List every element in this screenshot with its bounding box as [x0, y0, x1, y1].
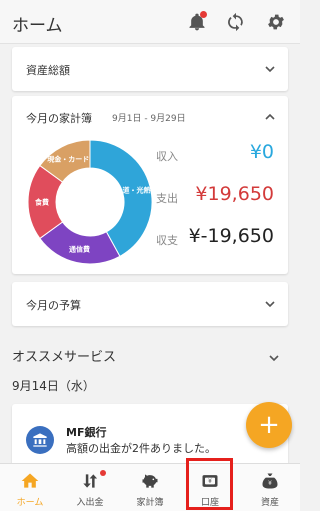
chevron-down-icon[interactable]	[264, 295, 276, 308]
nav-assets-label: 資産	[260, 498, 279, 508]
chevron-down-icon[interactable]	[268, 349, 280, 362]
money-bag-icon: ¥	[259, 470, 281, 492]
donut-slice-label: 食費	[34, 198, 49, 207]
balance-label: 収支	[156, 234, 178, 247]
piggy-bank-icon	[139, 470, 161, 492]
nav-home-label: ホーム	[16, 498, 44, 508]
balance-value: ¥-19,650	[188, 225, 274, 247]
add-button[interactable]: +	[246, 402, 292, 448]
donut-slice-label: 道・光熱	[122, 186, 150, 195]
nav-household[interactable]: 家計簿	[120, 464, 180, 511]
monthly-budget-card[interactable]: 今月の予算	[12, 282, 288, 326]
transfer-icon	[79, 470, 101, 492]
expense-label: 支出	[156, 192, 178, 205]
donut-slice-label: 現金・カード	[47, 155, 89, 164]
bank-name: MF銀行	[66, 426, 107, 439]
nav-household-label: 家計簿	[136, 498, 164, 508]
expense-value: ¥19,650	[195, 183, 274, 205]
home-icon	[19, 470, 41, 492]
page-title: ホーム	[12, 16, 63, 36]
chevron-down-icon[interactable]	[264, 60, 276, 73]
bank-icon	[26, 426, 54, 454]
notification-dot	[200, 11, 207, 18]
income-value: ¥0	[249, 141, 274, 163]
monthly-household-card: 今月の家計簿 9月1日 - 9月29日 道・光熱通信費 食費 現金・カード 収入 ¥…	[12, 96, 288, 274]
app-header: ホーム	[0, 0, 300, 44]
date-range: 9月1日 - 9月29日	[112, 114, 186, 124]
bottom-navigation: ホーム 入出金 家計簿 ¥ 口座 ¥ 資産	[0, 463, 300, 511]
asset-total-card[interactable]: 資産総額	[12, 47, 288, 91]
bell-icon[interactable]	[186, 11, 208, 33]
nav-transactions-label: 入出金	[76, 498, 104, 508]
nav-home[interactable]: ホーム	[0, 464, 60, 511]
gear-icon[interactable]	[265, 11, 287, 33]
monthly-household-title: 今月の家計簿	[26, 112, 92, 125]
nav-transactions[interactable]: 入出金	[60, 464, 120, 511]
asset-total-title: 資産総額	[26, 64, 70, 77]
bank-notice-card[interactable]: MF銀行 高額の出金が2件ありました。	[12, 404, 288, 466]
date-header: 9月14日（水）	[12, 379, 95, 393]
bank-notice-message: 高額の出金が2件ありました。	[66, 442, 216, 455]
income-label: 収入	[156, 150, 178, 163]
recommended-services-title: オススメサービス	[12, 350, 117, 365]
svg-text:¥: ¥	[268, 481, 272, 487]
expense-donut-chart[interactable]: 道・光熱通信費 食費 現金・カード	[26, 138, 154, 266]
chevron-up-icon[interactable]	[264, 108, 276, 120]
notification-dot	[100, 470, 106, 476]
monthly-budget-title: 今月の予算	[26, 299, 81, 312]
highlight-box	[186, 458, 233, 510]
sync-icon[interactable]	[225, 11, 247, 33]
plus-icon: +	[258, 410, 280, 440]
donut-slice-label: 通信費	[69, 244, 90, 253]
nav-assets[interactable]: ¥ 資産	[240, 464, 300, 511]
